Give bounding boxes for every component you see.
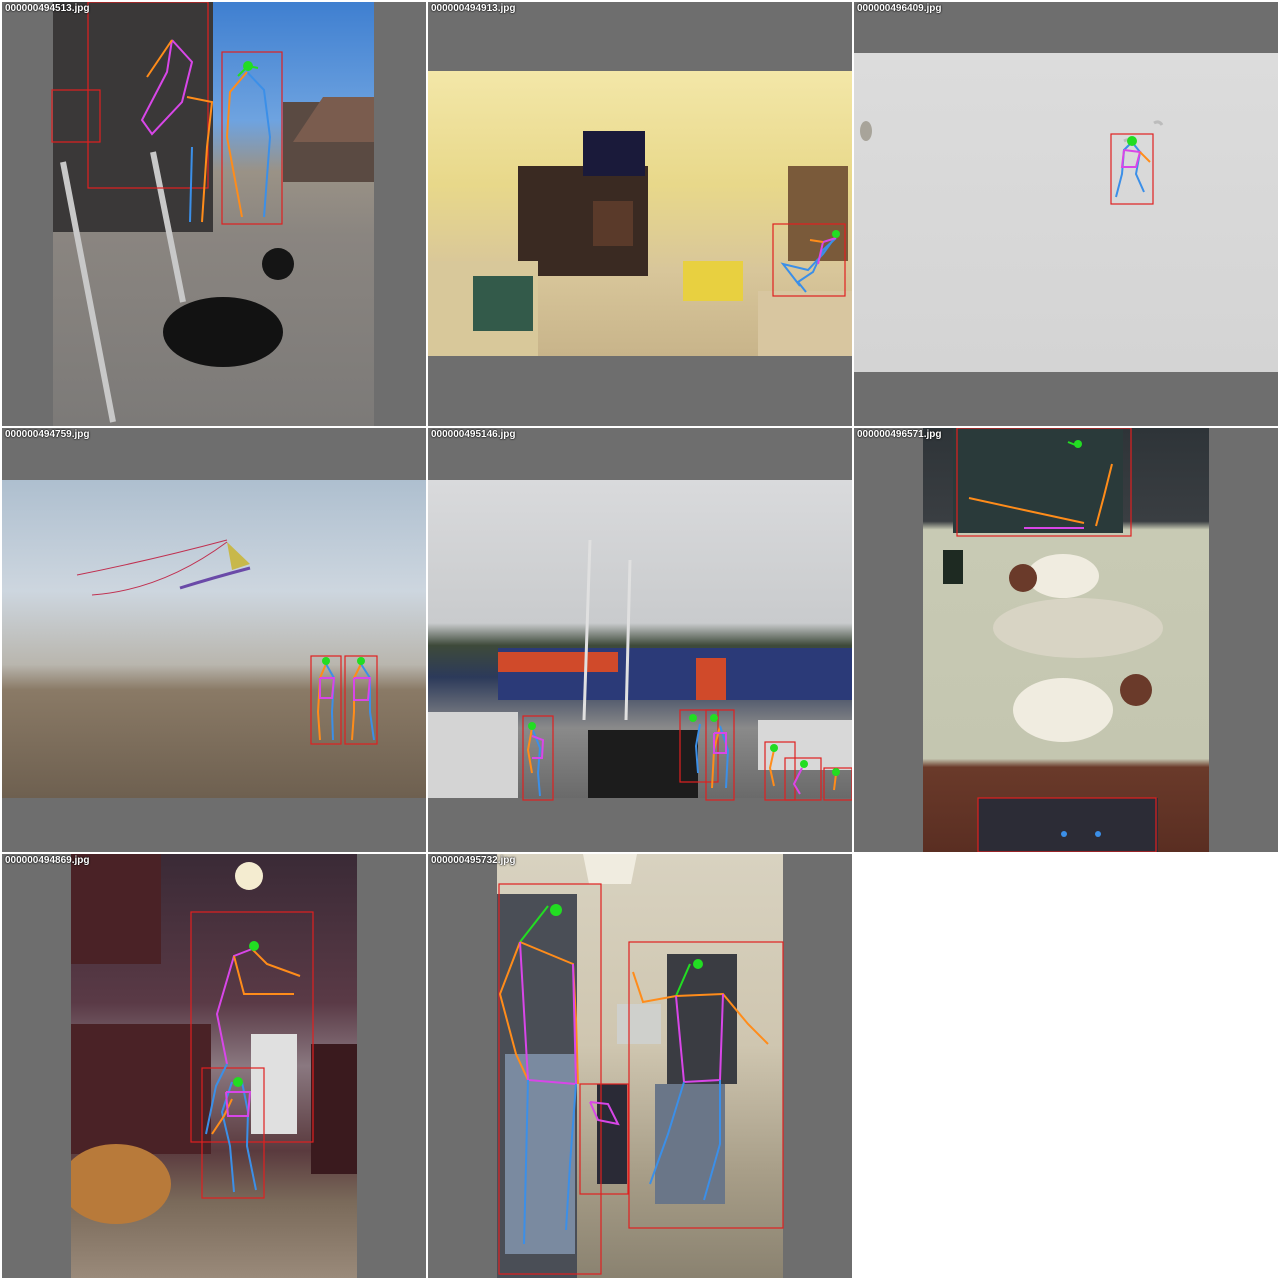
grid-tile-1[interactable]: 000000494513.jpg [2,2,426,426]
grid-tile-2[interactable]: 000000494913.jpg [428,2,852,426]
filename-label: 000000495732.jpg [431,855,516,866]
filename-label: 000000494759.jpg [5,429,90,440]
filename-label: 000000494913.jpg [431,3,516,14]
grid-tile-3[interactable]: 000000496409.jpg [854,2,1278,426]
grid-tile-4[interactable]: 000000494759.jpg [2,428,426,852]
grid-tile-7[interactable]: 000000494869.jpg [2,854,426,1278]
pose-overlay [1110,133,1154,205]
filename-label: 000000496571.jpg [857,429,942,440]
grid-tile-8[interactable]: 000000495732.jpg [428,854,852,1278]
pose-overlay [498,883,784,1275]
image-grid: 000000494513.jpg 000000494913.jpg 000000… [0,0,1280,1280]
pose-overlay [772,223,846,297]
pose-overlay [51,2,283,225]
empty-grid-slot [854,854,1278,1278]
grid-tile-5[interactable]: 000000495146.jpg [428,428,852,852]
grid-tile-6[interactable]: 000000496571.jpg [854,428,1278,852]
filename-label: 000000496409.jpg [857,3,942,14]
filename-label: 000000494513.jpg [5,3,90,14]
filename-label: 000000495146.jpg [431,429,516,440]
pose-overlay [310,655,378,745]
pose-overlay [522,709,852,801]
pose-overlay [190,911,314,1199]
pose-overlay [956,428,1157,852]
filename-label: 000000494869.jpg [5,855,90,866]
